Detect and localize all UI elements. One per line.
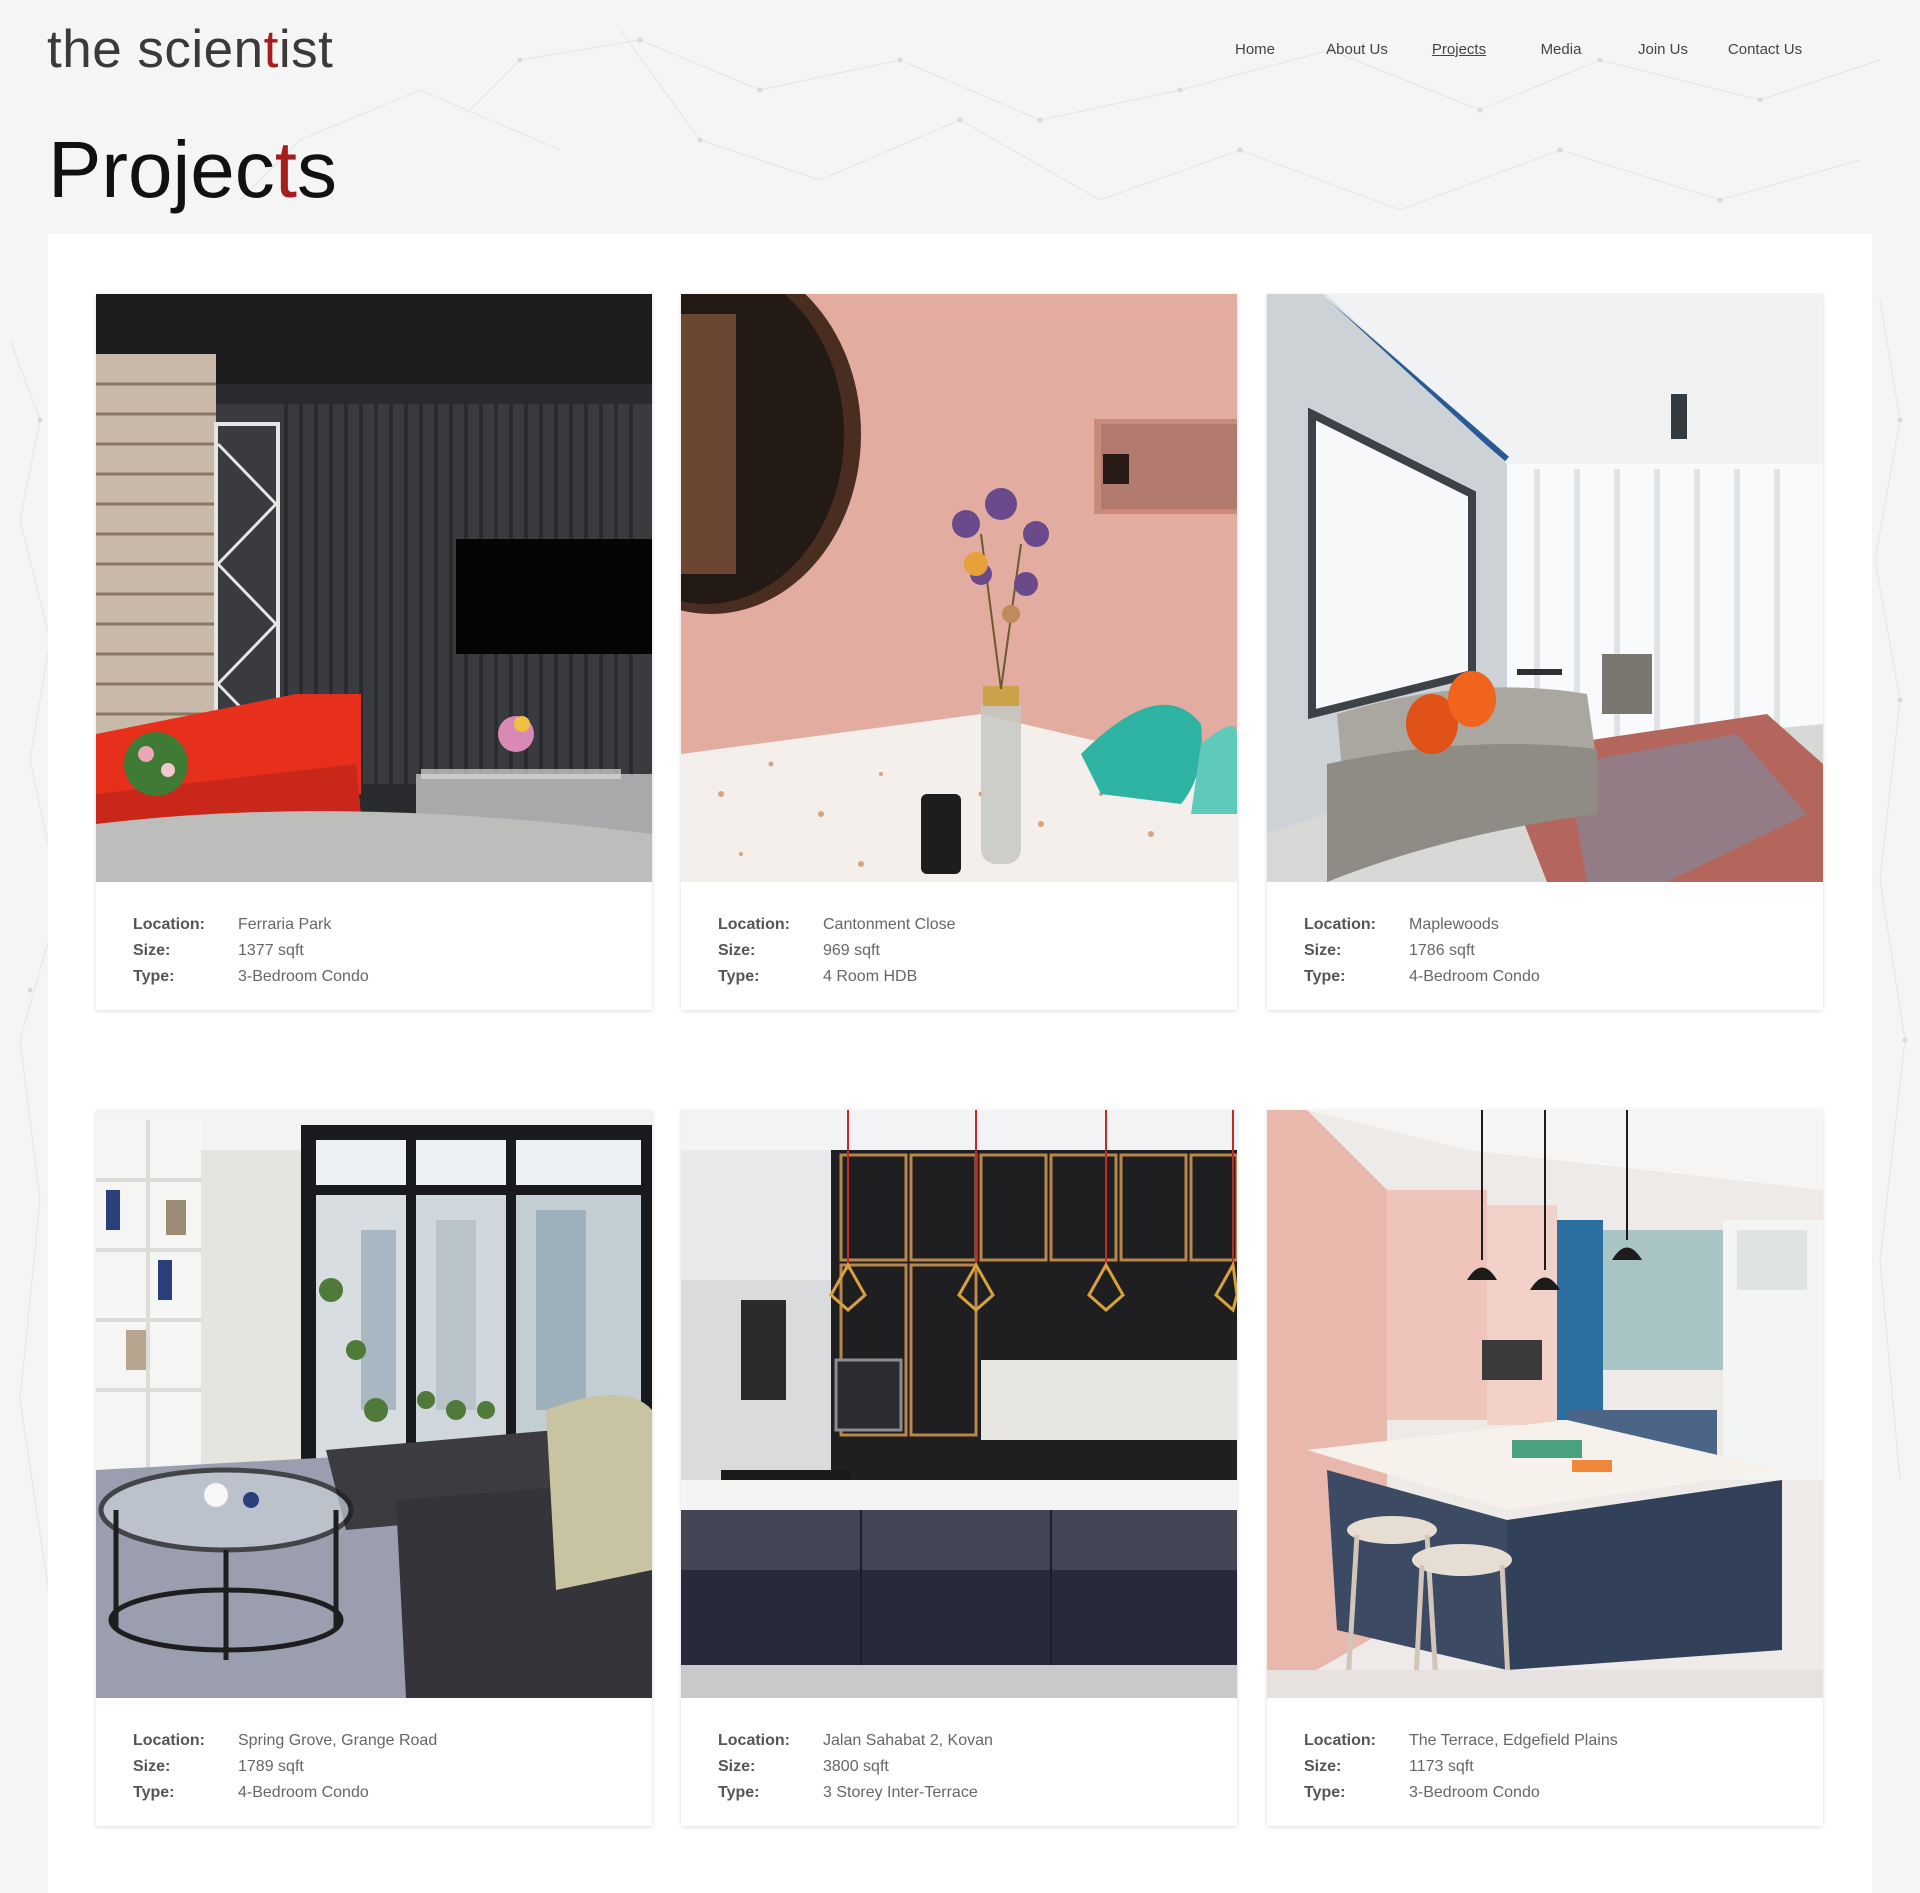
size-row: Size: 1173 sqft bbox=[1304, 1754, 1618, 1780]
nav-join-us[interactable]: Join Us bbox=[1612, 40, 1714, 60]
location-value: The Terrace, Edgefield Plains bbox=[1409, 1732, 1618, 1749]
type-label: Type: bbox=[1304, 1784, 1346, 1801]
size-row: Size: 969 sqft bbox=[718, 938, 956, 964]
nav-home[interactable]: Home bbox=[1204, 40, 1306, 60]
page-title-accent: t bbox=[274, 125, 297, 214]
project-card[interactable]: Location: Maplewoods Size: 1786 sqft Type:… bbox=[1267, 294, 1823, 1010]
location-value: Maplewoods bbox=[1409, 916, 1499, 933]
site-logo[interactable]: the scientist bbox=[47, 20, 333, 80]
location-value: Spring Grove, Grange Road bbox=[238, 1732, 438, 1749]
project-info: Location: Jalan Sahabat 2, Kovan Size: 380… bbox=[718, 1728, 993, 1806]
size-label: Size: bbox=[1304, 1758, 1342, 1775]
project-photo[interactable] bbox=[681, 294, 1237, 882]
type-label: Type: bbox=[1304, 968, 1346, 985]
size-label: Size: bbox=[718, 942, 756, 959]
type-value: 3-Bedroom Condo bbox=[238, 968, 369, 985]
project-photo[interactable] bbox=[96, 1110, 652, 1698]
project-card[interactable]: Location: Jalan Sahabat 2, Kovan Size: 380… bbox=[681, 1110, 1237, 1826]
nav-media[interactable]: Media bbox=[1510, 40, 1612, 60]
type-label: Type: bbox=[718, 968, 760, 985]
type-row: Type: 3-Bedroom Condo bbox=[133, 964, 369, 990]
main-nav: Home About Us Projects Media Join Us Con… bbox=[1204, 40, 1816, 60]
size-label: Size: bbox=[133, 942, 171, 959]
type-label: Type: bbox=[133, 1784, 175, 1801]
type-row: Type: 4 Room HDB bbox=[718, 964, 956, 990]
site-header: the scientist Home About Us Projects Med… bbox=[0, 0, 1920, 100]
location-row: Location: Cantonment Close bbox=[718, 912, 956, 938]
type-row: Type: 4-Bedroom Condo bbox=[133, 1780, 437, 1806]
location-value: Cantonment Close bbox=[823, 916, 956, 933]
page-title: Projects bbox=[48, 122, 337, 218]
size-row: Size: 1377 sqft bbox=[133, 938, 369, 964]
project-photo[interactable] bbox=[1267, 294, 1823, 882]
page-title-start: Projec bbox=[48, 125, 275, 214]
nav-contact-us[interactable]: Contact Us bbox=[1714, 40, 1816, 60]
size-label: Size: bbox=[1304, 942, 1342, 959]
logo-text-end: ist bbox=[278, 20, 334, 79]
location-row: Location: The Terrace, Edgefield Plains bbox=[1304, 1728, 1618, 1754]
logo-text-start: the scien bbox=[47, 20, 264, 79]
nav-about-us[interactable]: About Us bbox=[1306, 40, 1408, 60]
location-value: Jalan Sahabat 2, Kovan bbox=[823, 1732, 993, 1749]
project-card[interactable]: Location: Spring Grove, Grange Road Size:… bbox=[96, 1110, 652, 1826]
page-title-end: s bbox=[297, 125, 337, 214]
size-value: 1173 sqft bbox=[1409, 1758, 1474, 1775]
type-row: Type: 4-Bedroom Condo bbox=[1304, 964, 1540, 990]
logo-text-accent: t bbox=[263, 20, 279, 79]
nav-projects[interactable]: Projects bbox=[1408, 40, 1510, 60]
type-row: Type: 3 Storey Inter-Terrace bbox=[718, 1780, 993, 1806]
location-label: Location: bbox=[718, 916, 790, 933]
project-card[interactable]: Location: The Terrace, Edgefield Plains S… bbox=[1267, 1110, 1823, 1826]
location-label: Location: bbox=[133, 916, 205, 933]
location-value: Ferraria Park bbox=[238, 916, 332, 933]
type-value: 4-Bedroom Condo bbox=[238, 1784, 369, 1801]
type-value: 3-Bedroom Condo bbox=[1409, 1784, 1540, 1801]
location-label: Location: bbox=[1304, 1732, 1376, 1749]
project-info: Location: Maplewoods Size: 1786 sqft Type:… bbox=[1304, 912, 1540, 990]
type-value: 3 Storey Inter-Terrace bbox=[823, 1784, 978, 1801]
project-info: Location: Spring Grove, Grange Road Size:… bbox=[133, 1728, 437, 1806]
size-value: 1377 sqft bbox=[238, 942, 304, 959]
type-label: Type: bbox=[718, 1784, 760, 1801]
project-info: Location: Cantonment Close Size: 969 sqft … bbox=[718, 912, 956, 990]
type-value: 4 Room HDB bbox=[823, 968, 918, 985]
size-row: Size: 1789 sqft bbox=[133, 1754, 437, 1780]
size-row: Size: 3800 sqft bbox=[718, 1754, 993, 1780]
project-photo[interactable] bbox=[681, 1110, 1237, 1698]
location-label: Location: bbox=[1304, 916, 1376, 933]
project-info: Location: Ferraria Park Size: 1377 sqft Ty… bbox=[133, 912, 369, 990]
size-row: Size: 1786 sqft bbox=[1304, 938, 1540, 964]
project-card[interactable]: Location: Ferraria Park Size: 1377 sqft Ty… bbox=[96, 294, 652, 1010]
project-photo[interactable] bbox=[1267, 1110, 1823, 1698]
location-label: Location: bbox=[718, 1732, 790, 1749]
location-label: Location: bbox=[133, 1732, 205, 1749]
size-value: 1786 sqft bbox=[1409, 942, 1475, 959]
size-value: 3800 sqft bbox=[823, 1758, 889, 1775]
size-label: Size: bbox=[718, 1758, 756, 1775]
project-card[interactable]: Location: Cantonment Close Size: 969 sqft … bbox=[681, 294, 1237, 1010]
location-row: Location: Maplewoods bbox=[1304, 912, 1540, 938]
project-photo[interactable] bbox=[96, 294, 652, 882]
size-value: 969 sqft bbox=[823, 942, 880, 959]
location-row: Location: Ferraria Park bbox=[133, 912, 369, 938]
location-row: Location: Jalan Sahabat 2, Kovan bbox=[718, 1728, 993, 1754]
type-row: Type: 3-Bedroom Condo bbox=[1304, 1780, 1618, 1806]
location-row: Location: Spring Grove, Grange Road bbox=[133, 1728, 437, 1754]
project-info: Location: The Terrace, Edgefield Plains S… bbox=[1304, 1728, 1618, 1806]
type-label: Type: bbox=[133, 968, 175, 985]
type-value: 4-Bedroom Condo bbox=[1409, 968, 1540, 985]
size-value: 1789 sqft bbox=[238, 1758, 304, 1775]
size-label: Size: bbox=[133, 1758, 171, 1775]
